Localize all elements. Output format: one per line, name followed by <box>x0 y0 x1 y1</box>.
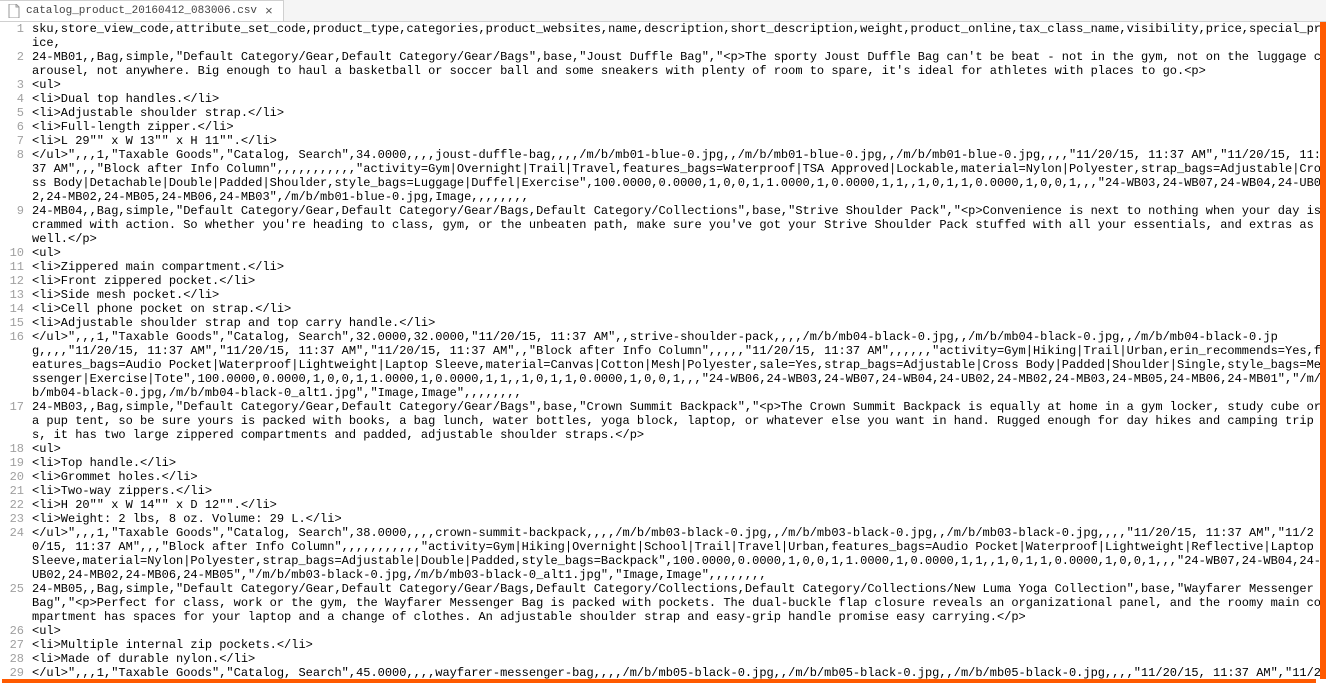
line-content[interactable]: <li>Top handle.</li> <box>32 456 1326 470</box>
line-content[interactable]: <li>L 29"" x W 13"" x H 11"".</li> <box>32 134 1326 148</box>
line-number: 16 <box>0 330 32 400</box>
tab-filename: catalog_product_20160412_083006.csv <box>26 5 257 17</box>
line-number: 27 <box>0 638 32 652</box>
line-content[interactable]: 24-MB04,,Bag,simple,"Default Category/Ge… <box>32 204 1326 246</box>
line-content[interactable]: 24-MB05,,Bag,simple,"Default Category/Ge… <box>32 582 1326 624</box>
code-line[interactable]: 2524-MB05,,Bag,simple,"Default Category/… <box>0 582 1326 624</box>
line-content[interactable]: </ul>",,,1,"Taxable Goods","Catalog, Sea… <box>32 330 1326 400</box>
line-number: 10 <box>0 246 32 260</box>
line-content[interactable]: <li>Adjustable shoulder strap and top ca… <box>32 316 1326 330</box>
line-content[interactable]: <li>Zippered main compartment.</li> <box>32 260 1326 274</box>
code-line[interactable]: 22<li>H 20"" x W 14"" x D 12"".</li> <box>0 498 1326 512</box>
line-number: 15 <box>0 316 32 330</box>
line-number: 23 <box>0 512 32 526</box>
line-content[interactable]: </ul>",,,1,"Taxable Goods","Catalog, Sea… <box>32 148 1326 204</box>
code-line[interactable]: 14<li>Cell phone pocket on strap.</li> <box>0 302 1326 316</box>
code-line[interactable]: 3<ul> <box>0 78 1326 92</box>
line-number: 24 <box>0 526 32 582</box>
line-content[interactable]: sku,store_view_code,attribute_set_code,p… <box>32 22 1326 50</box>
line-number: 11 <box>0 260 32 274</box>
line-content[interactable]: <ul> <box>32 246 1326 260</box>
line-content[interactable]: <li>Side mesh pocket.</li> <box>32 288 1326 302</box>
line-number: 5 <box>0 106 32 120</box>
line-content[interactable]: <li>Front zippered pocket.</li> <box>32 274 1326 288</box>
code-line[interactable]: 23<li>Weight: 2 lbs, 8 oz. Volume: 29 L.… <box>0 512 1326 526</box>
line-content[interactable]: <ul> <box>32 442 1326 456</box>
code-line[interactable]: 26<ul> <box>0 624 1326 638</box>
code-line[interactable]: 10<ul> <box>0 246 1326 260</box>
code-line[interactable]: 21<li>Two-way zippers.</li> <box>0 484 1326 498</box>
code-line[interactable]: 24</ul>",,,1,"Taxable Goods","Catalog, S… <box>0 526 1326 582</box>
line-number: 12 <box>0 274 32 288</box>
line-number: 6 <box>0 120 32 134</box>
code-line[interactable]: 27<li>Multiple internal zip pockets.</li… <box>0 638 1326 652</box>
code-line[interactable]: 13<li>Side mesh pocket.</li> <box>0 288 1326 302</box>
code-line[interactable]: 18<ul> <box>0 442 1326 456</box>
line-number: 14 <box>0 302 32 316</box>
line-content[interactable]: <li>Two-way zippers.</li> <box>32 484 1326 498</box>
line-number: 8 <box>0 148 32 204</box>
line-content[interactable]: <ul> <box>32 624 1326 638</box>
line-content[interactable]: 24-MB01,,Bag,simple,"Default Category/Ge… <box>32 50 1326 78</box>
line-number: 17 <box>0 400 32 442</box>
line-number: 20 <box>0 470 32 484</box>
line-number: 7 <box>0 134 32 148</box>
code-line[interactable]: 28<li>Made of durable nylon.</li> <box>0 652 1326 666</box>
code-line[interactable]: 7<li>L 29"" x W 13"" x H 11"".</li> <box>0 134 1326 148</box>
code-line[interactable]: 4<li>Dual top handles.</li> <box>0 92 1326 106</box>
line-content[interactable]: <li>Adjustable shoulder strap.</li> <box>32 106 1326 120</box>
line-content[interactable]: <ul> <box>32 78 1326 92</box>
line-content[interactable]: <li>Dual top handles.</li> <box>32 92 1326 106</box>
line-content[interactable]: 24-MB03,,Bag,simple,"Default Category/Ge… <box>32 400 1326 442</box>
line-number: 2 <box>0 50 32 78</box>
code-line[interactable]: 12<li>Front zippered pocket.</li> <box>0 274 1326 288</box>
line-number: 18 <box>0 442 32 456</box>
code-line[interactable]: 8</ul>",,,1,"Taxable Goods","Catalog, Se… <box>0 148 1326 204</box>
code-line[interactable]: 16</ul>",,,1,"Taxable Goods","Catalog, S… <box>0 330 1326 400</box>
code-line[interactable]: 6<li>Full-length zipper.</li> <box>0 120 1326 134</box>
code-line[interactable]: 11<li>Zippered main compartment.</li> <box>0 260 1326 274</box>
line-number: 26 <box>0 624 32 638</box>
line-number: 9 <box>0 204 32 246</box>
bottom-change-marker <box>2 679 1316 683</box>
tab-bar: catalog_product_20160412_083006.csv × <box>0 0 1326 22</box>
change-marker <box>1320 22 1326 679</box>
line-number: 21 <box>0 484 32 498</box>
line-content[interactable]: <li>Multiple internal zip pockets.</li> <box>32 638 1326 652</box>
line-content[interactable]: <li>Grommet holes.</li> <box>32 470 1326 484</box>
line-number: 13 <box>0 288 32 302</box>
code-line[interactable]: 15<li>Adjustable shoulder strap and top … <box>0 316 1326 330</box>
line-content[interactable]: </ul>",,,1,"Taxable Goods","Catalog, Sea… <box>32 526 1326 582</box>
code-line[interactable]: 19<li>Top handle.</li> <box>0 456 1326 470</box>
code-line[interactable]: 1724-MB03,,Bag,simple,"Default Category/… <box>0 400 1326 442</box>
line-number: 19 <box>0 456 32 470</box>
line-number: 3 <box>0 78 32 92</box>
code-line[interactable]: 224-MB01,,Bag,simple,"Default Category/G… <box>0 50 1326 78</box>
line-number: 22 <box>0 498 32 512</box>
close-tab-icon[interactable]: × <box>263 5 275 18</box>
line-content[interactable]: <li>Weight: 2 lbs, 8 oz. Volume: 29 L.</… <box>32 512 1326 526</box>
code-line[interactable]: 924-MB04,,Bag,simple,"Default Category/G… <box>0 204 1326 246</box>
file-icon <box>8 4 20 18</box>
line-number: 28 <box>0 652 32 666</box>
line-content[interactable]: <li>Cell phone pocket on strap.</li> <box>32 302 1326 316</box>
line-number: 25 <box>0 582 32 624</box>
line-number: 4 <box>0 92 32 106</box>
line-content[interactable]: <li>Full-length zipper.</li> <box>32 120 1326 134</box>
code-line[interactable]: 1sku,store_view_code,attribute_set_code,… <box>0 22 1326 50</box>
line-content[interactable]: <li>Made of durable nylon.</li> <box>32 652 1326 666</box>
line-content[interactable]: <li>H 20"" x W 14"" x D 12"".</li> <box>32 498 1326 512</box>
editor-area[interactable]: 1sku,store_view_code,attribute_set_code,… <box>0 22 1326 683</box>
code-content[interactable]: 1sku,store_view_code,attribute_set_code,… <box>0 22 1326 683</box>
file-tab[interactable]: catalog_product_20160412_083006.csv × <box>0 0 284 21</box>
line-number: 1 <box>0 22 32 50</box>
code-line[interactable]: 5<li>Adjustable shoulder strap.</li> <box>0 106 1326 120</box>
code-line[interactable]: 20<li>Grommet holes.</li> <box>0 470 1326 484</box>
